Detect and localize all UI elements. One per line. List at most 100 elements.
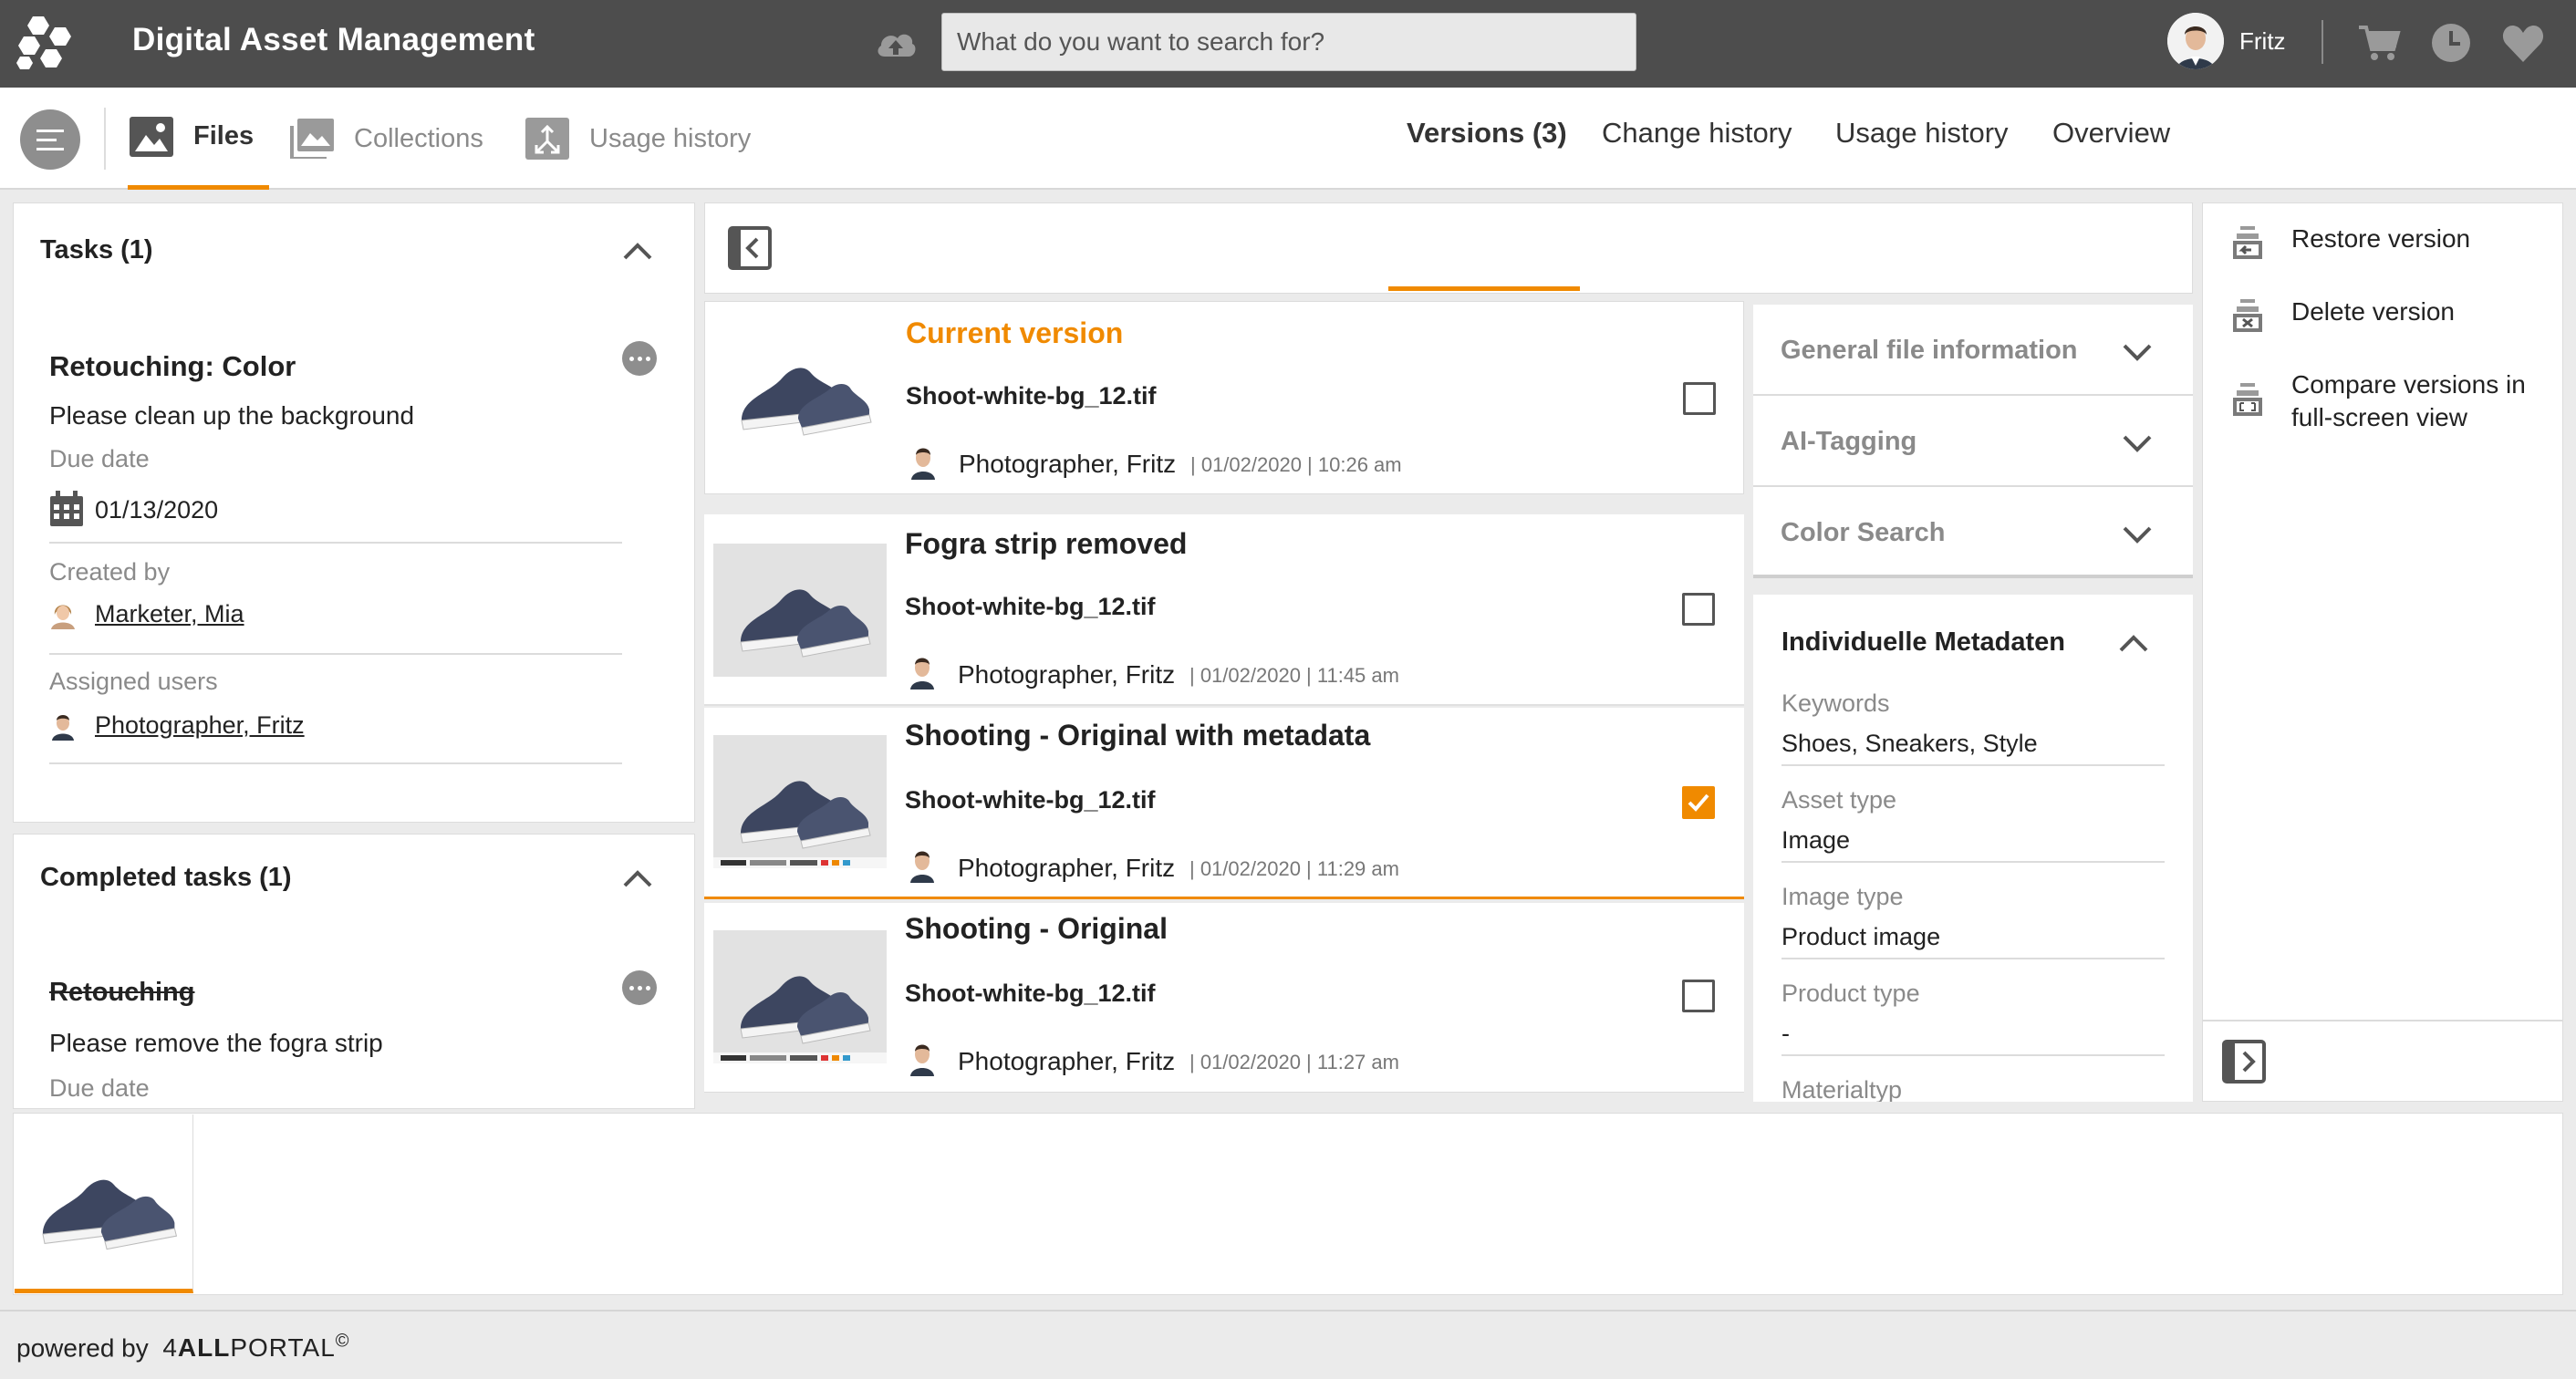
restore-version-label: Restore version: [2291, 224, 2471, 253]
collapse-right-icon[interactable]: [2222, 1040, 2266, 1084]
menu-toggle-button[interactable]: [20, 109, 80, 170]
created-by-link[interactable]: Marketer, Mia: [95, 600, 244, 628]
version-checkbox[interactable]: [1682, 980, 1715, 1012]
created-by-label: Created by: [49, 558, 171, 586]
field-underline: [1781, 764, 2165, 766]
accordion-ai-tagging[interactable]: AI-Tagging: [1753, 396, 2193, 487]
brand-logo[interactable]: 4ALLPORTAL©: [162, 1332, 349, 1362]
restore-version-icon: [2233, 226, 2262, 259]
heart-icon[interactable]: [2501, 22, 2545, 64]
chevron-up-icon[interactable]: [622, 868, 653, 888]
restore-version-button[interactable]: Restore version: [2231, 224, 2470, 261]
version-title: Current version: [906, 316, 1124, 349]
image-icon: [130, 116, 173, 157]
version-timestamp: | 01/02/2020 | 11:27 am: [1189, 1051, 1399, 1073]
accordion-color-search[interactable]: Color Search: [1753, 487, 2193, 578]
divider: [49, 762, 622, 764]
hexagon-logo-icon[interactable]: [13, 15, 77, 73]
tab-files[interactable]: Files: [128, 88, 269, 190]
version-row[interactable]: Current version Shoot-white-bg_12.tif Ph…: [704, 301, 1744, 494]
field-value-image-type[interactable]: Product image: [1781, 923, 1940, 951]
compare-versions-icon: [2233, 383, 2262, 416]
version-thumbnail: [713, 930, 887, 1063]
accordion-label: AI-Tagging: [1781, 427, 1917, 456]
version-row[interactable]: Shooting - Original Shoot-white-bg_12.ti…: [704, 903, 1744, 1093]
divider: [49, 653, 622, 655]
version-checkbox[interactable]: [1682, 593, 1715, 626]
user-avatar[interactable]: [2167, 13, 2224, 69]
collapse-left-icon[interactable]: [728, 226, 772, 270]
tab-collections[interactable]: Collections: [290, 88, 483, 190]
accordion-general-file-information[interactable]: General file information: [1753, 305, 2193, 396]
metadata-title: Individuelle Metadaten: [1781, 627, 2065, 657]
field-label-product-type: Product type: [1781, 980, 1920, 1007]
search-input[interactable]: [941, 13, 1636, 71]
chevron-up-icon[interactable]: [622, 241, 653, 261]
calendar-icon[interactable]: [49, 491, 84, 527]
actions-panel: [2202, 202, 2563, 1102]
version-thumbnail: [713, 735, 887, 868]
filmstrip-thumbnail[interactable]: [15, 1115, 193, 1293]
chevron-down-icon: [2123, 526, 2152, 544]
compare-versions-button[interactable]: Compare versions in full-screen view: [2231, 368, 2526, 434]
version-checkbox[interactable]: [1683, 382, 1716, 415]
field-value-keywords[interactable]: Shoes, Sneakers, Style: [1781, 730, 2038, 758]
field-label-keywords: Keywords: [1781, 690, 1890, 717]
divider: [2202, 1020, 2563, 1021]
footer: powered by 4ALLPORTAL©: [0, 1310, 2576, 1379]
version-thumbnail: [714, 322, 888, 455]
subnav-divider: [104, 108, 106, 170]
tab-usage-history[interactable]: Usage history: [525, 88, 751, 190]
photographer-avatar: [910, 658, 934, 690]
tab-usage-history-versions[interactable]: Usage history: [1835, 117, 2009, 150]
completed-task-options-button[interactable]: [622, 970, 657, 1005]
version-checkbox-checked[interactable]: [1682, 786, 1715, 819]
version-file: Shoot-white-bg_12.tif: [905, 980, 1156, 1007]
divider: [49, 542, 622, 544]
assigned-users-label: Assigned users: [49, 668, 218, 695]
cloud-upload-icon[interactable]: [874, 26, 918, 62]
user-name[interactable]: Fritz: [2239, 27, 2286, 56]
chevron-down-icon: [2123, 344, 2152, 361]
field-label-asset-type: Asset type: [1781, 786, 1897, 814]
versions-header: [704, 202, 2193, 294]
version-thumbnail: [713, 544, 887, 677]
clock-icon[interactable]: [2430, 22, 2472, 64]
powered-by-label: powered by: [16, 1333, 149, 1363]
tab-versions-underline: [1388, 286, 1580, 291]
version-title: Shooting - Original with metadata: [905, 719, 1371, 752]
due-date-value: 01/13/2020: [95, 496, 219, 524]
field-label-materialtyp: Materialtyp: [1781, 1076, 1903, 1102]
accordion-label: Color Search: [1781, 518, 1946, 547]
delete-version-button[interactable]: Delete version: [2231, 297, 2455, 334]
cart-icon[interactable]: [2357, 22, 2401, 64]
field-value-product-type[interactable]: -: [1781, 1020, 1790, 1048]
version-row[interactable]: Fogra strip removed Shoot-white-bg_12.ti…: [704, 514, 1744, 706]
chevron-up-icon[interactable]: [2118, 633, 2149, 653]
version-file: Shoot-white-bg_12.tif: [905, 593, 1156, 620]
version-timestamp: | 01/02/2020 | 10:26 am: [1190, 453, 1402, 476]
field-value-asset-type[interactable]: Image: [1781, 826, 1850, 855]
top-bar: Digital Asset Management Fritz: [0, 0, 2576, 88]
tab-usage-history-label: Usage history: [589, 123, 752, 153]
photographer-avatar: [911, 448, 935, 480]
task-options-button[interactable]: [622, 341, 657, 376]
completed-task-description: Please remove the fogra strip: [49, 1029, 383, 1057]
photographer-avatar: [47, 710, 78, 741]
photographer-avatar: [910, 851, 934, 883]
version-timestamp: | 01/02/2020 | 11:29 am: [1189, 857, 1399, 880]
tab-change-history[interactable]: Change history: [1602, 117, 1792, 150]
filmstrip: [13, 1113, 2563, 1295]
compare-versions-label-1: Compare versions in: [2291, 370, 2526, 399]
tab-overview[interactable]: Overview: [2052, 117, 2170, 150]
version-author: Photographer, Fritz: [959, 450, 1177, 478]
tab-versions[interactable]: Versions (3): [1407, 117, 1567, 150]
assigned-user-link[interactable]: Photographer, Fritz: [95, 711, 305, 740]
version-row[interactable]: Shooting - Original with metadata Shoot-…: [704, 708, 1744, 899]
task-description: Please clean up the background: [49, 401, 415, 430]
version-author: Photographer, Fritz: [958, 660, 1176, 689]
tasks-title: Tasks (1): [40, 235, 153, 264]
top-divider: [2322, 20, 2323, 64]
field-underline: [1781, 958, 2165, 959]
field-underline: [1781, 861, 2165, 863]
